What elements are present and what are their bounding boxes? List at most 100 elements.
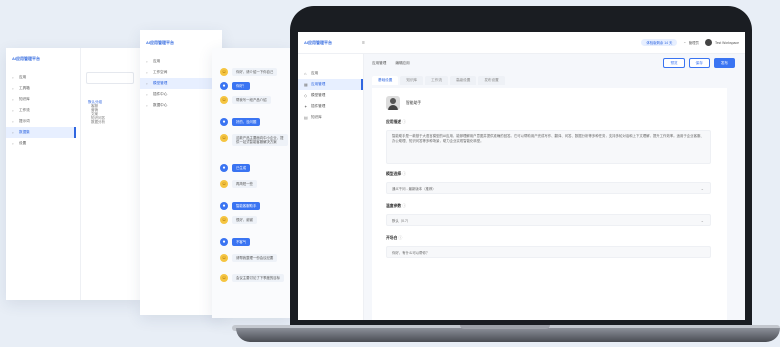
home-icon: ⌂ — [304, 70, 307, 76]
model-select[interactable]: 通义千问 - 最新版本（推荐） ⌄ — [386, 182, 711, 194]
tree-item[interactable]: 数据分析 — [91, 120, 105, 124]
menu-fold-icon[interactable]: ≡ — [362, 40, 365, 46]
user-avatar-icon: ☺ — [220, 68, 228, 76]
chat-message: ☺ 会议主要讨论了下季度的目标 — [220, 274, 288, 282]
user-avatar-icon: ☺ — [220, 254, 228, 262]
bell-icon[interactable]: ◔ — [683, 40, 685, 45]
bot-avatar-icon: ● — [220, 164, 228, 172]
nav-label: 插件中心 — [153, 92, 168, 96]
save-button[interactable]: 保存 — [688, 58, 710, 68]
page-title: 应用管理 编辑应用 — [372, 61, 410, 66]
panel1-app-title: AI应用管理平台 — [12, 56, 40, 61]
model-label-text: 模型选择 — [386, 172, 402, 176]
chevron-down-icon: ⌄ — [700, 186, 704, 191]
user-avatar-icon: ☺ — [220, 180, 228, 188]
panel1-nav-item[interactable]: ▫ 工具箱 — [6, 83, 76, 94]
nav-label: 模型管理 — [153, 81, 168, 85]
chat-bubble: 请帮我整理一份会议纪要 — [232, 254, 278, 262]
panel2-nav-item[interactable]: ▫ 工作空间 — [140, 67, 222, 78]
panel1-nav-item[interactable]: ▫ 知识库 — [6, 94, 76, 105]
chat-message: ☺ 帮我写一段产品介绍 — [220, 96, 288, 104]
avatar[interactable] — [704, 39, 712, 46]
tab-publish[interactable]: 发布设置 — [478, 76, 505, 85]
tab-workflow[interactable]: 工作流 — [425, 76, 448, 85]
user-name[interactable]: 管理员 — [689, 40, 699, 45]
chevron-down-icon: ⌄ — [700, 218, 704, 223]
laptop-screen: AI应用管理平台 ≡ 体验版剩余 14 天 ◔ 管理员 Test Workspa… — [298, 32, 745, 320]
chat-bubble: 再简短一些 — [232, 180, 257, 188]
breadcrumb-title: 应用管理 — [372, 61, 387, 65]
grid-icon: ▫ — [146, 80, 148, 86]
temp-select[interactable]: 默认（0.7） ⌄ — [386, 214, 711, 226]
tab-basic[interactable]: 基础设置 — [372, 76, 399, 85]
sidebar-item[interactable]: ▤ 知识库 — [298, 112, 363, 123]
preview-button[interactable]: 预览 — [663, 58, 685, 68]
chat-bubble: 这款产品主要面向中小企业，提供一站式智能客服解决方案 — [232, 134, 288, 146]
bot-avatar-icon: ● — [220, 238, 228, 246]
nav-label: 数据集 — [19, 130, 30, 134]
prompt-label-text: 开场白 — [386, 236, 398, 240]
sidebar-item-active[interactable]: ▦ 应用管理 — [298, 79, 363, 90]
folder-icon: ▫ — [12, 96, 14, 102]
chat-bubble: 你好，请介绍一下你自己 — [232, 68, 278, 76]
panel1-nav-item[interactable]: ▫ 设置 — [6, 138, 76, 149]
intro-label: 应用描述 ⓘ — [386, 120, 406, 125]
panel2-nav-item[interactable]: ▫ 数据中心 — [140, 100, 222, 111]
user-avatar-icon: ☺ — [220, 96, 228, 104]
chat-bubble: 好的，没问题 — [232, 118, 261, 126]
sidebar-item[interactable]: ⌂ 应用 — [298, 68, 363, 79]
laptop-notch — [460, 325, 550, 329]
nav-label: 应用 — [19, 75, 27, 79]
user-avatar-icon: ☺ — [220, 274, 228, 282]
divider — [80, 48, 81, 300]
nav-label: 数据中心 — [153, 103, 168, 107]
sidebar-item-label: 应用管理 — [311, 82, 326, 86]
sidebar-item-label: 插件管理 — [311, 104, 326, 108]
header-actions: 预览 保存 发布 — [659, 58, 735, 68]
intro-label-text: 应用描述 — [386, 120, 402, 124]
panel1-nav-item[interactable]: ▫ 提示词 — [6, 116, 76, 127]
tab-advanced[interactable]: 高级设置 — [449, 76, 477, 85]
publish-button[interactable]: 发布 — [713, 58, 735, 68]
chat-message: ☺ 再简短一些 — [220, 180, 288, 188]
panel1-nav-item-active[interactable]: ▫ 数据集 — [6, 127, 76, 138]
panel2-nav: ▫ 应用 ▫ 工作空间 ▫ 模型管理 ▫ 插件中心 ▫ 数据中心 — [140, 56, 222, 111]
panel1-search-box[interactable] — [86, 72, 134, 84]
prompt-input[interactable]: 你好，有什么可以帮你？ — [386, 246, 711, 258]
background-panel-left: AI应用管理平台 ▫ 应用 ▫ 工具箱 ▫ 知识库 ▫ 工作流 ▫ 提示词 ▫ 数据集 ▫ 设… — [6, 48, 140, 300]
tabbar: 基础设置 知识库 工作流 高级设置 发布设置 — [372, 76, 507, 85]
nav-label: 知识库 — [19, 97, 30, 101]
folder-icon: ▫ — [12, 129, 14, 135]
intro-textarea[interactable]: 智能助手是一款基于大语言模型的AI应用，能够理解用户意图并提供准确的回答。它可以… — [386, 130, 711, 164]
panel2-nav-item-active[interactable]: ▫ 模型管理 — [140, 78, 222, 89]
plugin-icon: ✦ — [304, 103, 308, 109]
info-icon: ⓘ — [398, 236, 403, 240]
app-avatar[interactable] — [386, 96, 400, 110]
chat-bubble: 你好！ — [232, 82, 251, 90]
chat-message: ● 你好！ — [220, 82, 288, 90]
breadcrumb-sub: 编辑应用 — [395, 61, 410, 65]
sidebar-item[interactable]: ◇ 模型管理 — [298, 90, 363, 101]
panel2-nav-item[interactable]: ▫ 应用 — [140, 56, 222, 67]
nav-label: 设置 — [19, 141, 27, 145]
temp-select-value: 默认（0.7） — [392, 219, 411, 223]
model-select-value: 通义千问 - 最新版本（推荐） — [392, 187, 436, 191]
chat-bubble: 帮我写一段产品介绍 — [232, 96, 271, 104]
panel2-nav-item[interactable]: ▫ 插件中心 — [140, 89, 222, 100]
sidebar-item[interactable]: ✦ 插件管理 — [298, 101, 363, 112]
info-icon: ⓘ — [402, 204, 407, 208]
model-label: 模型选择 ⓘ — [386, 172, 406, 177]
grid-icon: ▫ — [146, 102, 148, 108]
chat-bubble: 不客气 — [232, 238, 251, 246]
chat-message: ☺ 你好，请介绍一下你自己 — [220, 68, 288, 76]
nav-label: 提示词 — [19, 119, 30, 123]
user-avatar-icon: ☺ — [220, 216, 228, 224]
panel1-nav-item[interactable]: ▫ 工作流 — [6, 105, 76, 116]
tab-knowledge[interactable]: 知识库 — [400, 76, 424, 85]
workspace-name[interactable]: Test Workspace — [715, 41, 739, 45]
chat-bubble: 很好，谢谢 — [232, 216, 257, 224]
chat-message: ● 智能客服助手 — [220, 202, 288, 210]
panel1-nav-item[interactable]: ▫ 应用 — [6, 72, 76, 83]
user-avatar-icon: ☺ — [220, 134, 228, 142]
book-icon: ▤ — [304, 114, 308, 120]
